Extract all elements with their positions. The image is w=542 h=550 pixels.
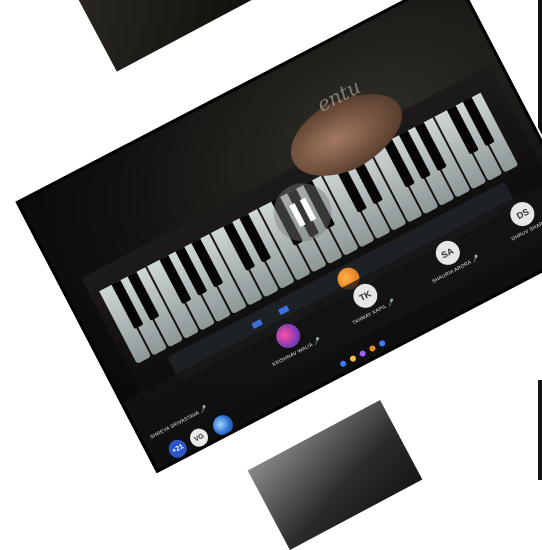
background-video-tile-bottom: [247, 400, 423, 550]
background-video-tile-right-lower: [538, 380, 542, 480]
background-video-tile-top: [74, 0, 294, 72]
video-call-frame: entu SHREYA SRIVASTAVA🎤 KRISHNAV WALIA🎤 …: [15, 0, 542, 474]
